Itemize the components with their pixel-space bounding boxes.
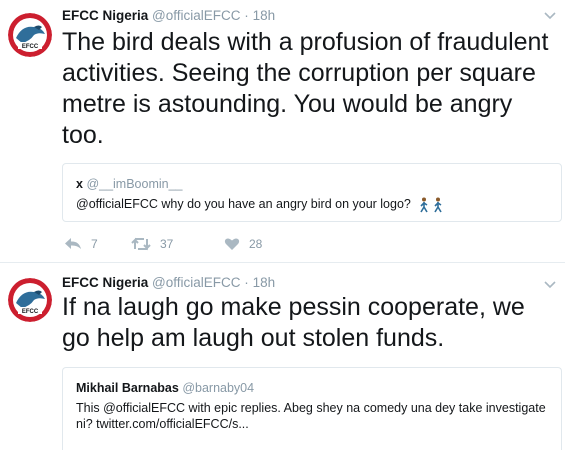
author-handle[interactable]: @officialEFCC xyxy=(152,275,240,290)
author-handle[interactable]: @officialEFCC xyxy=(152,8,240,23)
retweet-button[interactable]: 37 xyxy=(131,237,173,251)
retweet-count: 37 xyxy=(160,237,174,251)
tweet-text: If na laugh go make pessin cooperate, we… xyxy=(62,293,525,352)
chevron-down-icon[interactable] xyxy=(543,8,557,22)
avatar-logo-text: EFCC xyxy=(22,309,39,315)
tweet[interactable]: EFCC EFCC Nigeria @officialEFCC · 18h If… xyxy=(0,263,565,450)
avatar-logo-text: EFCC xyxy=(22,44,39,50)
author-name[interactable]: EFCC Nigeria xyxy=(62,275,148,290)
tweet-actions: 7 37 28 xyxy=(62,237,362,255)
separator: · xyxy=(244,8,249,23)
quoted-tweet-text: This @officialEFCC with epic replies. Ab… xyxy=(76,401,546,431)
efcc-logo-icon: EFCC xyxy=(8,13,52,57)
quoted-tweet-text: @officialEFCC why do you have an angry b… xyxy=(76,197,411,211)
like-button[interactable]: 28 xyxy=(224,237,262,251)
quoted-author-name: x xyxy=(76,177,83,191)
tweet[interactable]: EFCC EFCC Nigeria @officialEFCC · 18h Th… xyxy=(0,0,565,263)
tweet-text: The bird deals with a profusion of fraud… xyxy=(62,28,549,149)
reply-icon xyxy=(65,238,81,249)
quoted-author-name: Mikhail Barnabas xyxy=(76,381,179,395)
quoted-tweet-text-row: @officialEFCC why do you have an angry b… xyxy=(76,196,547,213)
separator: · xyxy=(244,275,249,290)
author-name[interactable]: EFCC Nigeria xyxy=(62,8,148,23)
tweet-header: EFCC Nigeria @officialEFCC · 18h xyxy=(62,275,275,290)
quoted-author-handle: @__imBoomin__ xyxy=(86,177,183,191)
reply-count: 7 xyxy=(91,237,98,251)
efcc-logo-icon: EFCC xyxy=(8,278,52,322)
quoted-tweet[interactable]: Mikhail Barnabas @barnaby04 This @offici… xyxy=(62,367,562,450)
retweet-icon xyxy=(131,237,151,251)
tweet-header: EFCC Nigeria @officialEFCC · 18h xyxy=(62,8,275,23)
quoted-tweet-header: x @__imBoomin__ xyxy=(76,176,547,192)
reply-button[interactable]: 7 xyxy=(64,237,98,251)
quoted-tweet[interactable]: x @__imBoomin__ @officialEFCC why do you… xyxy=(62,163,562,222)
avatar[interactable]: EFCC xyxy=(8,13,52,57)
avatar[interactable]: EFCC xyxy=(8,278,52,322)
like-count: 28 xyxy=(249,237,263,251)
timestamp[interactable]: 18h xyxy=(253,275,276,290)
chevron-down-icon[interactable] xyxy=(543,277,557,291)
quoted-author-handle: @barnaby04 xyxy=(182,381,255,395)
walking-person-emoji-icon xyxy=(420,197,443,213)
heart-icon xyxy=(224,238,240,250)
timestamp[interactable]: 18h xyxy=(253,8,276,23)
quoted-tweet-header: Mikhail Barnabas @barnaby04 xyxy=(76,380,547,396)
